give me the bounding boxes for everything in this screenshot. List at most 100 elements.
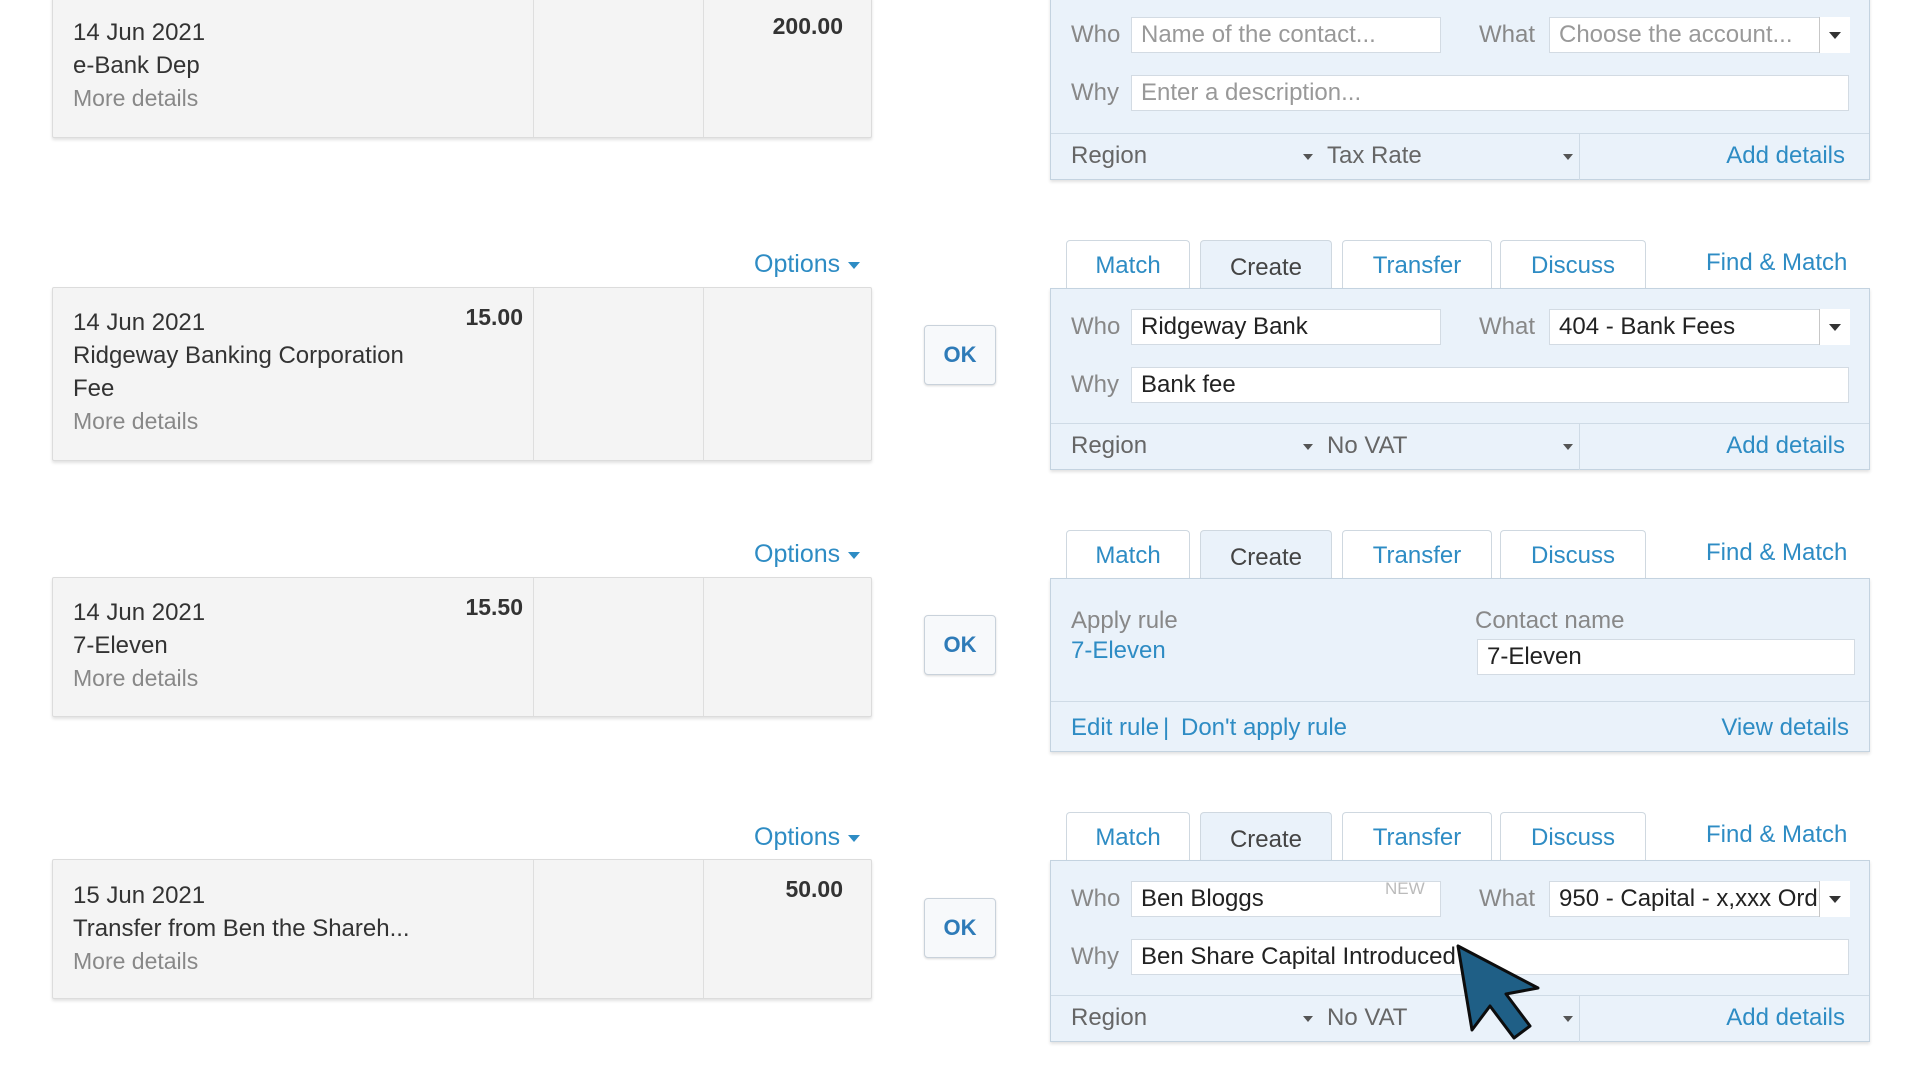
transaction-date: 14 Jun 2021 xyxy=(73,19,206,46)
tab-match[interactable]: Match xyxy=(1066,530,1190,580)
chevron-down-icon[interactable] xyxy=(1563,154,1573,160)
options-menu[interactable]: Options xyxy=(754,823,861,852)
options-menu[interactable]: Options xyxy=(754,540,861,569)
description-input[interactable]: Bank fee xyxy=(1131,367,1849,403)
tax-rate-select[interactable]: No VAT xyxy=(1327,432,1407,460)
column-divider xyxy=(533,860,534,998)
who-label: Who xyxy=(1071,885,1121,912)
who-input[interactable]: Ridgeway Bank xyxy=(1131,309,1441,345)
transaction-description: 7-Eleven xyxy=(73,632,168,659)
panel-footer: Region No VAT Add details xyxy=(1051,423,1869,470)
tab-discuss[interactable]: Discuss xyxy=(1500,240,1646,290)
received-amount: 200.00 xyxy=(772,13,843,39)
create-panel-row-2: Who Ridgeway Bank What 404 - Bank Fees W… xyxy=(1050,288,1870,470)
column-divider xyxy=(703,578,704,716)
column-divider xyxy=(533,0,534,137)
find-match-link[interactable]: Find & Match xyxy=(1706,249,1847,277)
add-details-link[interactable]: Add details xyxy=(1726,142,1845,170)
footer-divider xyxy=(1579,424,1580,470)
why-label: Why xyxy=(1071,943,1119,970)
statement-line-2: 14 Jun 2021 Ridgeway Banking Corporation… xyxy=(52,287,872,461)
apply-rule-label: Apply rule xyxy=(1071,607,1178,634)
transaction-date: 15 Jun 2021 xyxy=(73,882,206,909)
ok-button[interactable]: OK xyxy=(924,325,996,385)
chevron-down-icon[interactable] xyxy=(1303,1016,1313,1022)
why-label: Why xyxy=(1071,79,1119,106)
view-details-link[interactable]: View details xyxy=(1721,714,1849,742)
region-select[interactable]: Region xyxy=(1071,432,1147,460)
create-panel-row-1: Who Name of the contact... What Choose t… xyxy=(1050,0,1870,180)
tab-match[interactable]: Match xyxy=(1066,812,1190,862)
footer-divider xyxy=(1579,996,1580,1042)
contact-name-input[interactable]: 7-Eleven xyxy=(1477,639,1855,675)
who-label: Who xyxy=(1071,21,1121,48)
statement-line-4: 15 Jun 2021 Transfer from Ben the Shareh… xyxy=(52,859,872,999)
chevron-down-icon xyxy=(848,551,861,559)
spent-amount: 15.50 xyxy=(465,594,523,620)
new-contact-badge: NEW xyxy=(1385,879,1425,898)
why-label: Why xyxy=(1071,371,1119,398)
options-menu[interactable]: Options xyxy=(754,250,861,279)
what-label: What xyxy=(1479,313,1536,340)
statement-line-3: 14 Jun 2021 7-Eleven More details 15.50 xyxy=(52,577,872,717)
dropdown-arrow-icon[interactable] xyxy=(1819,17,1850,53)
region-select[interactable]: Region xyxy=(1071,1004,1147,1032)
column-divider xyxy=(533,288,534,460)
options-label: Options xyxy=(754,823,841,851)
transaction-description: e-Bank Dep xyxy=(73,52,200,79)
panel-footer: Region Tax Rate Add details xyxy=(1051,133,1869,180)
find-match-link[interactable]: Find & Match xyxy=(1706,821,1847,849)
transaction-date: 14 Jun 2021 xyxy=(73,309,206,336)
tax-rate-select[interactable]: Tax Rate xyxy=(1327,142,1422,170)
chevron-down-icon[interactable] xyxy=(1563,1016,1573,1022)
tab-create[interactable]: Create xyxy=(1200,240,1332,294)
tab-transfer[interactable]: Transfer xyxy=(1342,240,1492,290)
received-amount: 50.00 xyxy=(785,876,843,902)
dropdown-arrow-icon[interactable] xyxy=(1819,309,1850,345)
dropdown-arrow-icon[interactable] xyxy=(1819,881,1850,917)
dont-apply-rule-link[interactable]: Don't apply rule xyxy=(1181,714,1347,742)
more-details-link[interactable]: More details xyxy=(73,85,198,112)
tab-transfer[interactable]: Transfer xyxy=(1342,812,1492,862)
rule-name-link[interactable]: 7-Eleven xyxy=(1071,637,1166,665)
account-select[interactable]: 404 - Bank Fees xyxy=(1549,309,1849,345)
transaction-date: 14 Jun 2021 xyxy=(73,599,206,626)
contact-name-label: Contact name xyxy=(1475,607,1625,634)
tab-match[interactable]: Match xyxy=(1066,240,1190,290)
statement-line-1: 14 Jun 2021 e-Bank Dep More details 200.… xyxy=(52,0,872,138)
what-label: What xyxy=(1479,21,1536,48)
column-divider xyxy=(703,288,704,460)
column-divider xyxy=(533,578,534,716)
find-match-link[interactable]: Find & Match xyxy=(1706,539,1847,567)
account-select[interactable]: 950 - Capital - x,xxx Ordi xyxy=(1549,881,1849,917)
tax-rate-select[interactable]: No VAT xyxy=(1327,1004,1407,1032)
rule-panel-row-3: Apply rule 7-Eleven Contact name 7-Eleve… xyxy=(1050,578,1870,752)
ok-button[interactable]: OK xyxy=(924,615,996,675)
description-input[interactable]: Enter a description... xyxy=(1131,75,1849,111)
tab-discuss[interactable]: Discuss xyxy=(1500,530,1646,580)
more-details-link[interactable]: More details xyxy=(73,948,198,975)
region-select[interactable]: Region xyxy=(1071,142,1147,170)
ok-button[interactable]: OK xyxy=(924,898,996,958)
add-details-link[interactable]: Add details xyxy=(1726,1004,1845,1032)
transaction-description: Ridgeway Banking Corporation xyxy=(73,342,404,369)
options-label: Options xyxy=(754,540,841,568)
panel-footer: Edit rule | Don't apply rule View detail… xyxy=(1051,701,1869,752)
transaction-reference: Fee xyxy=(73,375,115,402)
spent-amount: 15.00 xyxy=(465,304,523,330)
more-details-link[interactable]: More details xyxy=(73,408,198,435)
account-select[interactable]: Choose the account... xyxy=(1549,17,1849,53)
chevron-down-icon[interactable] xyxy=(1303,154,1313,160)
mouse-pointer-icon xyxy=(1456,944,1540,1040)
tab-create[interactable]: Create xyxy=(1200,812,1332,866)
chevron-down-icon[interactable] xyxy=(1563,444,1573,450)
what-label: What xyxy=(1479,885,1536,912)
tab-create[interactable]: Create xyxy=(1200,530,1332,584)
add-details-link[interactable]: Add details xyxy=(1726,432,1845,460)
who-input[interactable]: Name of the contact... xyxy=(1131,17,1441,53)
tab-discuss[interactable]: Discuss xyxy=(1500,812,1646,862)
more-details-link[interactable]: More details xyxy=(73,665,198,692)
chevron-down-icon[interactable] xyxy=(1303,444,1313,450)
tab-transfer[interactable]: Transfer xyxy=(1342,530,1492,580)
edit-rule-link[interactable]: Edit rule xyxy=(1071,714,1159,742)
